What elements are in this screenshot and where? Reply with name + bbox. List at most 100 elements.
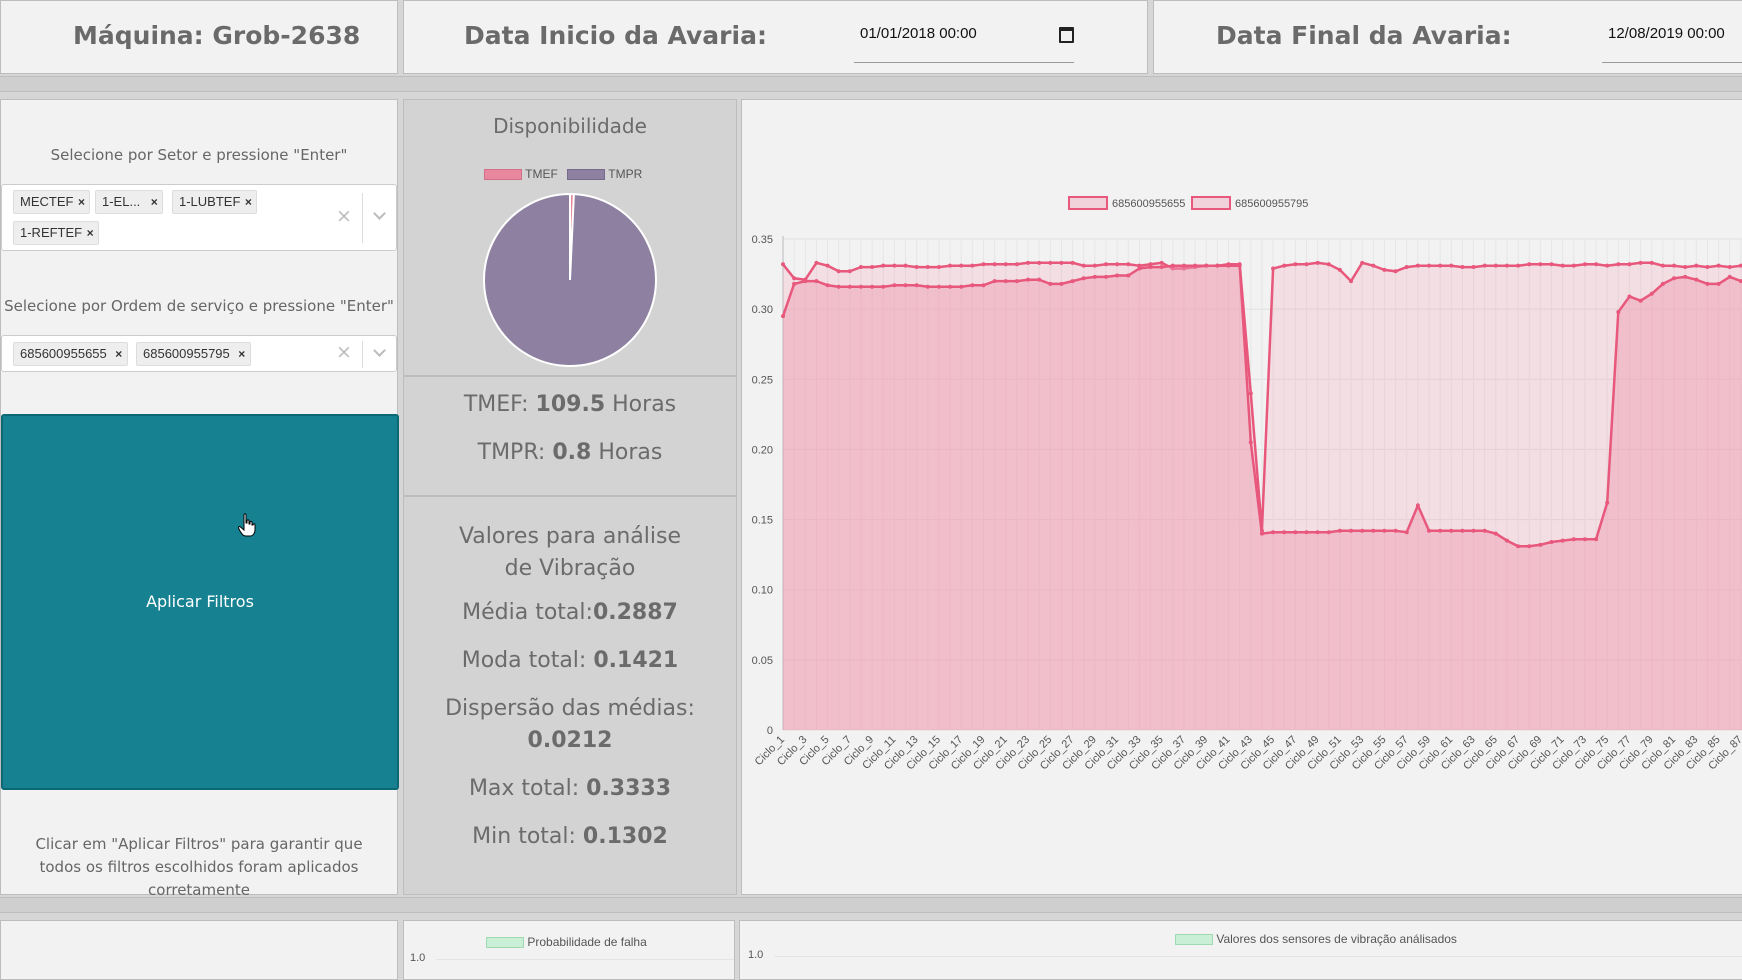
remove-chip-icon[interactable]: × [146,191,162,213]
data-point[interactable] [1070,260,1075,265]
chevron-down-icon[interactable] [373,344,386,357]
data-point[interactable] [959,284,964,289]
data-point[interactable] [1627,294,1632,299]
data-point[interactable] [1315,260,1320,265]
data-point[interactable] [1360,528,1365,533]
data-point[interactable] [1126,273,1131,278]
data-point[interactable] [870,284,875,289]
remove-chip-icon[interactable]: × [73,191,89,213]
data-point[interactable] [858,265,863,270]
data-point[interactable] [992,279,997,284]
data-point[interactable] [1571,537,1576,542]
data-point[interactable] [1549,262,1554,267]
data-point[interactable] [1159,260,1164,265]
data-point[interactable] [1404,530,1409,535]
data-point[interactable] [903,283,908,288]
data-point[interactable] [1471,265,1476,270]
data-point[interactable] [1026,260,1031,265]
data-point[interactable] [1482,263,1487,268]
data-point[interactable] [1115,273,1120,278]
data-point[interactable] [1516,544,1521,549]
data-point[interactable] [1727,265,1732,270]
data-point[interactable] [781,262,785,267]
data-point[interactable] [1527,262,1532,267]
data-point[interactable] [1337,267,1342,272]
data-point[interactable] [1159,265,1164,270]
data-point[interactable] [892,283,897,288]
data-point[interactable] [1538,262,1543,267]
legend-label[interactable]: 685600955655 [1112,198,1185,210]
data-point[interactable] [1460,528,1465,533]
calendar-icon[interactable] [1059,27,1074,43]
apply-filters-button[interactable]: Aplicar Filtros [1,414,399,790]
data-point[interactable] [1115,262,1120,267]
data-point[interactable] [914,283,919,288]
data-point[interactable] [1037,260,1042,265]
data-point[interactable] [870,265,875,270]
data-point[interactable] [1014,262,1019,267]
data-point[interactable] [1393,269,1398,274]
data-point[interactable] [1248,391,1253,396]
remove-chip-icon[interactable]: × [111,343,127,365]
data-point[interactable] [1360,260,1365,265]
data-point[interactable] [1493,531,1498,536]
data-point[interactable] [1460,265,1465,270]
data-point[interactable] [970,263,975,268]
data-point[interactable] [1326,262,1331,267]
data-point[interactable] [1649,291,1654,296]
data-point[interactable] [1349,279,1354,284]
data-point[interactable] [1393,528,1398,533]
data-point[interactable] [1048,260,1053,265]
data-point[interactable] [1104,274,1108,279]
data-point[interactable] [825,263,830,268]
data-point[interactable] [981,262,986,267]
data-point[interactable] [959,263,964,268]
data-point[interactable] [1059,260,1064,265]
data-point[interactable] [1527,544,1532,549]
data-point[interactable] [858,284,863,289]
data-point[interactable] [1371,263,1376,268]
data-point[interactable] [1371,528,1376,533]
data-point[interactable] [1271,530,1276,535]
data-point[interactable] [1193,263,1198,268]
data-point[interactable] [1582,537,1587,542]
start-date-input[interactable]: 01/01/2018 00:00 [854,25,1074,63]
data-point[interactable] [1549,540,1554,545]
data-point[interactable] [981,283,986,288]
data-point[interactable] [1705,265,1710,270]
data-point[interactable] [1315,530,1320,535]
data-point[interactable] [1683,265,1688,270]
data-point[interactable] [1304,530,1309,535]
data-point[interactable] [1616,262,1621,267]
data-point[interactable] [1427,263,1431,268]
data-point[interactable] [1170,263,1175,268]
data-point[interactable] [814,279,819,284]
data-point[interactable] [881,263,886,268]
data-point[interactable] [1694,277,1699,282]
data-point[interactable] [1382,267,1387,272]
remove-chip-icon[interactable]: × [240,191,256,213]
data-point[interactable] [1449,528,1454,533]
data-point[interactable] [948,263,953,268]
data-point[interactable] [992,262,997,267]
chevron-down-icon[interactable] [373,207,386,220]
data-point[interactable] [1003,279,1008,284]
data-point[interactable] [892,263,897,268]
data-point[interactable] [1571,263,1576,268]
data-point[interactable] [1627,262,1632,267]
data-point[interactable] [1683,274,1688,279]
data-point[interactable] [925,284,930,289]
clear-icon[interactable]: × [336,205,352,227]
data-point[interactable] [1382,528,1387,533]
data-point[interactable] [1215,263,1220,268]
data-point[interactable] [1271,266,1276,271]
data-point[interactable] [1092,263,1097,268]
remove-chip-icon[interactable]: × [234,343,250,365]
data-point[interactable] [781,314,785,319]
data-point[interactable] [1293,262,1298,267]
data-point[interactable] [936,265,941,270]
data-point[interactable] [1070,279,1075,284]
sector-select[interactable]: MECTEF × 1-EL... × 1-LUBTEF × 1-REFTEF × × [1,184,397,251]
data-point[interactable] [1594,262,1599,267]
data-point[interactable] [1605,263,1610,268]
